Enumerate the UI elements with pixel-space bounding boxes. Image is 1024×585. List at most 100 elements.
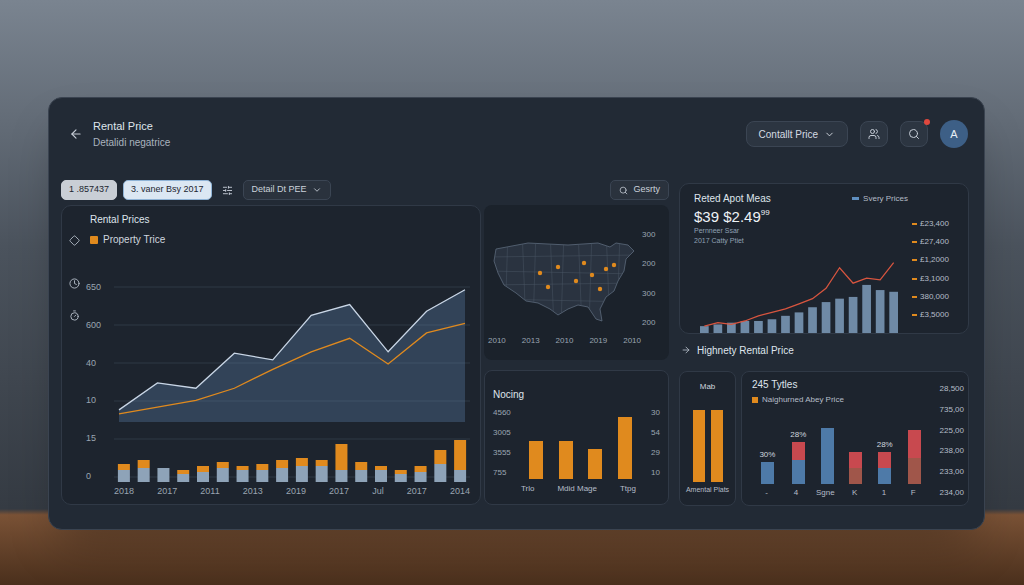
tick-label: £3,5000 [920, 309, 949, 321]
nocing-title: Nocing [493, 389, 660, 401]
map-pin[interactable] [538, 271, 542, 275]
series-line [119, 323, 465, 413]
y-tick: 200 [642, 317, 655, 329]
stacked-bar [157, 468, 169, 482]
x-tick: 2011 [200, 485, 219, 499]
filter-search-label: Gesrty [633, 183, 660, 197]
y-tick: 234,00 [928, 487, 964, 499]
types-bars: 30%28%28% [752, 406, 928, 484]
chart-toolbar [62, 206, 86, 504]
bar-top [138, 460, 150, 468]
bar-top [217, 462, 229, 468]
legend-label: Property Trice [103, 234, 165, 246]
bottom-row: MabAmental Plats245 TytlesNaighurned Abe… [679, 371, 969, 506]
legend-swatch [752, 397, 758, 403]
types-bar [908, 430, 921, 484]
bar-stack [761, 462, 774, 484]
filter-chip[interactable]: 1 .857437 [61, 180, 117, 200]
stacked-bar [316, 460, 328, 482]
y-tick: 40 [86, 358, 114, 369]
arrow-right-icon [681, 345, 691, 355]
map-pin[interactable] [590, 273, 594, 277]
rent-meas-header: Reted Apot MeasSvery Prices [694, 191, 912, 206]
header: Rental PriceDetalidi negatriceContallt P… [61, 98, 972, 170]
filter-chip[interactable]: 3. vaner Bsy 2017 [123, 180, 212, 200]
map-pin[interactable] [598, 287, 602, 291]
x-label: - [756, 487, 778, 499]
back-arrow-icon[interactable] [69, 127, 83, 141]
state-border [488, 271, 638, 274]
us-map [488, 225, 638, 333]
timer-icon[interactable] [69, 310, 80, 321]
state-border [488, 299, 638, 302]
types-bar: 28% [790, 430, 806, 484]
notification-badge [924, 119, 930, 125]
stacked-bar [217, 462, 229, 482]
tick-label: 380,000 [920, 291, 949, 303]
map-pin[interactable] [582, 261, 586, 265]
rent-meas-axis: £23,400£27,400£1,2000£3,1000380,000£3,50… [912, 184, 968, 333]
y-tick: 54 [644, 427, 660, 439]
tick-label: £23,400 [920, 218, 949, 230]
map-pin[interactable] [604, 267, 608, 271]
stacked-bar [375, 466, 387, 482]
map-pin[interactable] [556, 265, 560, 269]
bar [741, 321, 750, 333]
tick-mark [912, 296, 917, 298]
y-tick: 380,000 [912, 291, 964, 303]
bar [862, 285, 871, 333]
bar-base [276, 468, 288, 482]
stacked-bar [197, 466, 209, 482]
value-caption: 2017 Catty Ptiet [694, 236, 912, 246]
map-pin[interactable] [546, 285, 550, 289]
pin-icon[interactable] [69, 235, 80, 246]
map-pin[interactable] [574, 279, 578, 283]
filter-settings-icon[interactable] [222, 185, 233, 196]
y-tick: 650 [86, 282, 114, 293]
y-tick: £1,2000 [912, 254, 964, 266]
section-heading: Highnety Rental Price [679, 334, 969, 366]
x-tick: 2019 [589, 335, 607, 347]
state-border [488, 283, 638, 285]
map-pin[interactable] [612, 263, 616, 267]
search-button[interactable] [900, 121, 928, 147]
avatar[interactable]: A [940, 120, 968, 148]
types-body: 245 TytlesNaighurned Abey Price30%28%28%… [752, 379, 928, 499]
stacked-bar [355, 462, 367, 482]
users-button[interactable] [860, 121, 888, 147]
filter-group: 1 .857437 3. vaner Bsy 2017 Detail Dt PEE [61, 180, 331, 200]
legend-swatch [852, 197, 859, 200]
bar [849, 297, 858, 333]
price-dropdown[interactable]: Contallt Price [746, 121, 848, 147]
x-tick: 2019 [286, 485, 306, 499]
bar-segment [878, 452, 891, 468]
rental-chart-body: Rental PricesProperty Trice6506004010150… [86, 206, 480, 504]
map-x-axis: 20102013201020192010 [488, 335, 665, 347]
x-label: Ttpg [620, 483, 636, 495]
amenities-bars [693, 394, 723, 482]
bar-base [118, 470, 130, 482]
bar-top [296, 458, 308, 466]
chevron-down-icon [824, 129, 835, 140]
x-label: F [902, 487, 924, 499]
detail-dropdown[interactable]: Detail Dt PEE [243, 180, 331, 200]
bar-top [395, 470, 407, 474]
x-tick: Jul [372, 485, 384, 499]
x-label: 4 [785, 487, 807, 499]
tick-label: £1,2000 [920, 254, 949, 266]
x-label: 1 [873, 487, 895, 499]
clock-icon[interactable] [69, 278, 80, 289]
y-tick: 15 [86, 433, 114, 444]
rent-meas-chart [694, 248, 904, 333]
stacked-bar [256, 464, 268, 482]
detail-dropdown-label: Detail Dt PEE [252, 183, 307, 197]
bar-note: 30% [759, 450, 775, 460]
search-icon [908, 128, 920, 140]
state-border [550, 229, 554, 329]
filter-search[interactable]: Gesrty [610, 180, 669, 200]
map-y-axis: 300200300200 [642, 229, 655, 329]
rental-chart-card: Rental PricesProperty Trice6506004010150… [61, 205, 481, 505]
bar-top [197, 466, 209, 472]
bar [754, 321, 763, 333]
bar-segment [908, 430, 921, 458]
